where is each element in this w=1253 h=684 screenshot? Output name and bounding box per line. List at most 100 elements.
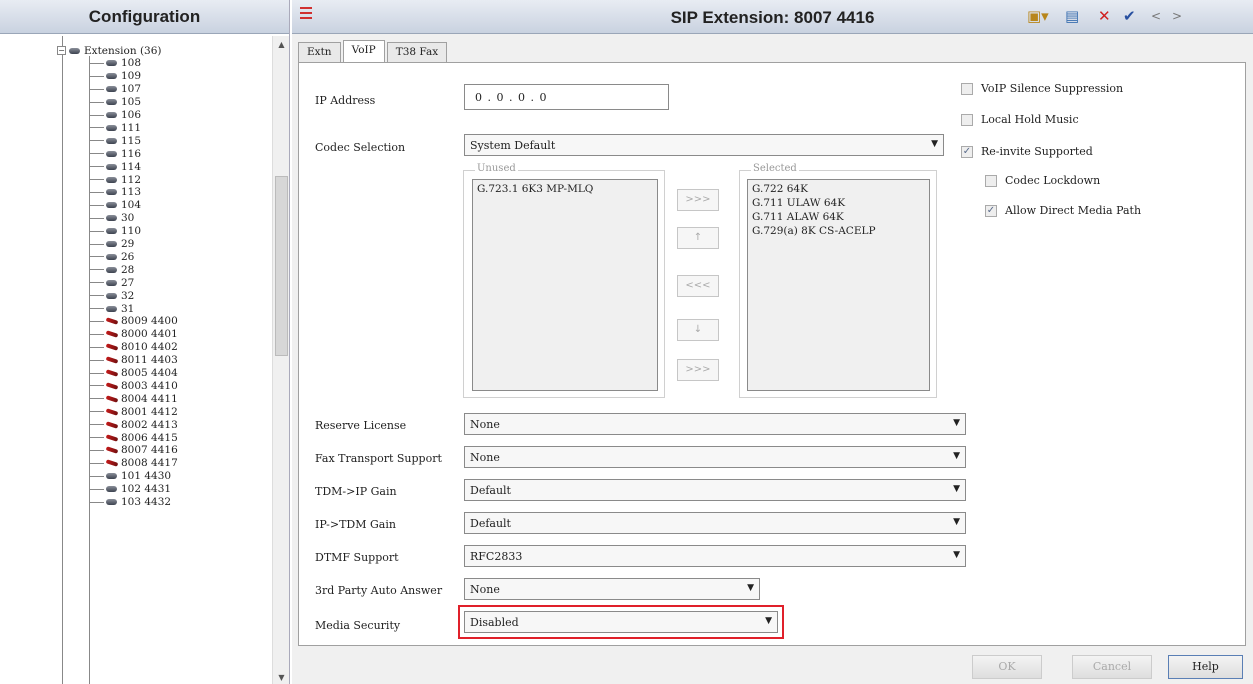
reserve-license-select[interactable]: None ▼	[464, 413, 966, 435]
tree-item[interactable]: 8009 4400	[90, 315, 178, 328]
unused-codec-list[interactable]: G.723.1 6K3 MP-MLQ	[472, 179, 658, 391]
chevron-down-icon: ▼	[953, 517, 960, 527]
scroll-up-icon[interactable]: ▲	[273, 40, 290, 49]
chevron-down-icon: ▼	[953, 418, 960, 428]
tree-item[interactable]: 8005 4404	[90, 367, 178, 380]
checkbox-icon[interactable]	[961, 82, 973, 95]
tree-item[interactable]: 8006 4415	[90, 431, 178, 444]
tree-item[interactable]: 8000 4401	[90, 328, 178, 341]
tree-item[interactable]: 115	[90, 134, 141, 147]
delete-icon[interactable]: ✕	[1098, 8, 1111, 24]
scroll-down-icon[interactable]: ▼	[273, 673, 290, 682]
tree-item[interactable]: 112	[90, 173, 141, 186]
codec-lockdown-checkbox[interactable]: Codec Lockdown	[985, 174, 1100, 187]
validate-icon[interactable]: ✔	[1123, 8, 1136, 24]
tree-item[interactable]: 29	[90, 238, 134, 251]
re-invite-supported-checkbox[interactable]: ✓ Re-invite Supported	[961, 145, 1093, 158]
tree-item[interactable]: 101 4430	[90, 470, 171, 483]
remove-codec-button[interactable]: <<<	[677, 275, 719, 297]
tree-item-label: 27	[121, 276, 135, 289]
tree-item[interactable]: 32	[90, 289, 134, 302]
tree-item-label: 102 4431	[121, 483, 172, 496]
tree-item[interactable]: 103 4432	[90, 496, 171, 509]
collapse-icon[interactable]: −	[57, 46, 66, 55]
tree-item[interactable]: 8003 4410	[90, 379, 178, 392]
tdm-ip-gain-select[interactable]: Default ▼	[464, 479, 966, 501]
tree-item[interactable]: 8004 4411	[90, 392, 178, 405]
scrollbar-thumb[interactable]	[275, 176, 288, 356]
ip-address-input[interactable]: 0 . 0 . 0 . 0	[464, 84, 669, 110]
tab-bar: Extn VoIP T38 Fax	[298, 40, 449, 62]
help-button[interactable]: Help	[1168, 655, 1243, 679]
selected-codec-list[interactable]: G.722 64K G.711 ULAW 64K G.711 ALAW 64K …	[747, 179, 930, 391]
tree-scrollbar[interactable]: ▲ ▼	[272, 36, 289, 684]
checkbox-icon[interactable]	[961, 113, 973, 126]
tree-root-label: Extension (36)	[84, 44, 162, 57]
tree-item[interactable]: 113	[90, 186, 141, 199]
tab-t38-fax[interactable]: T38 Fax	[386, 42, 448, 62]
checkbox-icon[interactable]	[985, 174, 997, 187]
media-security-value: Disabled	[470, 616, 519, 629]
ok-button[interactable]: OK	[972, 655, 1042, 679]
tree-item[interactable]: 106	[90, 109, 141, 122]
tree-item[interactable]: 8007 4416	[90, 444, 178, 457]
chevron-down-icon: ▼	[953, 451, 960, 461]
fax-transport-support-label: Fax Transport Support	[315, 452, 442, 465]
tree-item[interactable]: 8010 4402	[90, 341, 178, 354]
tree-item[interactable]: 8008 4417	[90, 457, 178, 470]
phone-icon	[106, 472, 118, 480]
checkmark-icon[interactable]: ✓	[961, 145, 973, 158]
tree-item-label: 8006 4415	[121, 431, 178, 444]
list-item[interactable]: G.729(a) 8K CS-ACELP	[752, 224, 925, 238]
tree-item[interactable]: 8002 4413	[90, 418, 178, 431]
tree-item[interactable]: 116	[90, 147, 141, 160]
fax-transport-support-select[interactable]: None ▼	[464, 446, 966, 468]
export-icon[interactable]: ▤	[1065, 8, 1079, 24]
tree-item-label: 32	[121, 289, 135, 302]
allow-direct-media-path-checkbox[interactable]: ✓ Allow Direct Media Path	[985, 204, 1141, 217]
tree-item[interactable]: 30	[90, 212, 134, 225]
codec-selection-select[interactable]: System Default ▼	[464, 134, 944, 156]
list-item[interactable]: G.722 64K	[752, 182, 925, 196]
third-party-auto-answer-select[interactable]: None ▼	[464, 578, 760, 600]
media-security-select[interactable]: Disabled ▼	[464, 611, 778, 633]
checkmark-icon[interactable]: ✓	[985, 204, 997, 217]
tree-item[interactable]: 102 4431	[90, 483, 171, 496]
tree-item[interactable]: 26	[90, 250, 134, 263]
cancel-button[interactable]: Cancel	[1072, 655, 1152, 679]
tree-item[interactable]: 109	[90, 70, 141, 83]
new-icon[interactable]: ▣▾	[1027, 8, 1049, 24]
add-codec-button-2[interactable]: >>>	[677, 359, 719, 381]
phone-icon	[106, 163, 118, 171]
list-item[interactable]: G.723.1 6K3 MP-MLQ	[477, 182, 653, 196]
tree-item[interactable]: 111	[90, 121, 141, 134]
previous-icon[interactable]: <	[1151, 8, 1161, 24]
tab-voip[interactable]: VoIP	[342, 40, 385, 62]
list-item[interactable]: G.711 ALAW 64K	[752, 210, 925, 224]
local-hold-music-checkbox[interactable]: Local Hold Music	[961, 113, 1079, 126]
tree-item[interactable]: 105	[90, 96, 141, 109]
chevron-down-icon: ▼	[747, 583, 754, 593]
tree-item[interactable]: 110	[90, 225, 141, 238]
tree-item[interactable]: 8001 4412	[90, 405, 178, 418]
voip-silence-suppression-checkbox[interactable]: VoIP Silence Suppression	[961, 82, 1123, 95]
add-codec-button[interactable]: >>>	[677, 189, 719, 211]
tree-item[interactable]: 104	[90, 199, 141, 212]
tdm-ip-gain-label: TDM->IP Gain	[315, 485, 397, 498]
list-item[interactable]: G.711 ULAW 64K	[752, 196, 925, 210]
ip-tdm-gain-value: Default	[470, 517, 511, 530]
tree-root-extension[interactable]: − Extension (36)	[57, 44, 162, 57]
tree-item[interactable]: 31	[90, 302, 134, 315]
next-icon[interactable]: >	[1172, 8, 1182, 24]
tab-extn[interactable]: Extn	[298, 42, 341, 62]
move-up-button[interactable]: ↑	[677, 227, 719, 249]
tree-item[interactable]: 108	[90, 57, 141, 70]
dtmf-support-select[interactable]: RFC2833 ▼	[464, 545, 966, 567]
tree-item[interactable]: 114	[90, 160, 141, 173]
tree-item[interactable]: 107	[90, 83, 141, 96]
tree-item[interactable]: 8011 4403	[90, 354, 178, 367]
ip-tdm-gain-select[interactable]: Default ▼	[464, 512, 966, 534]
move-down-button[interactable]: ↓	[677, 319, 719, 341]
tree-item[interactable]: 27	[90, 276, 134, 289]
tree-item[interactable]: 28	[90, 263, 134, 276]
